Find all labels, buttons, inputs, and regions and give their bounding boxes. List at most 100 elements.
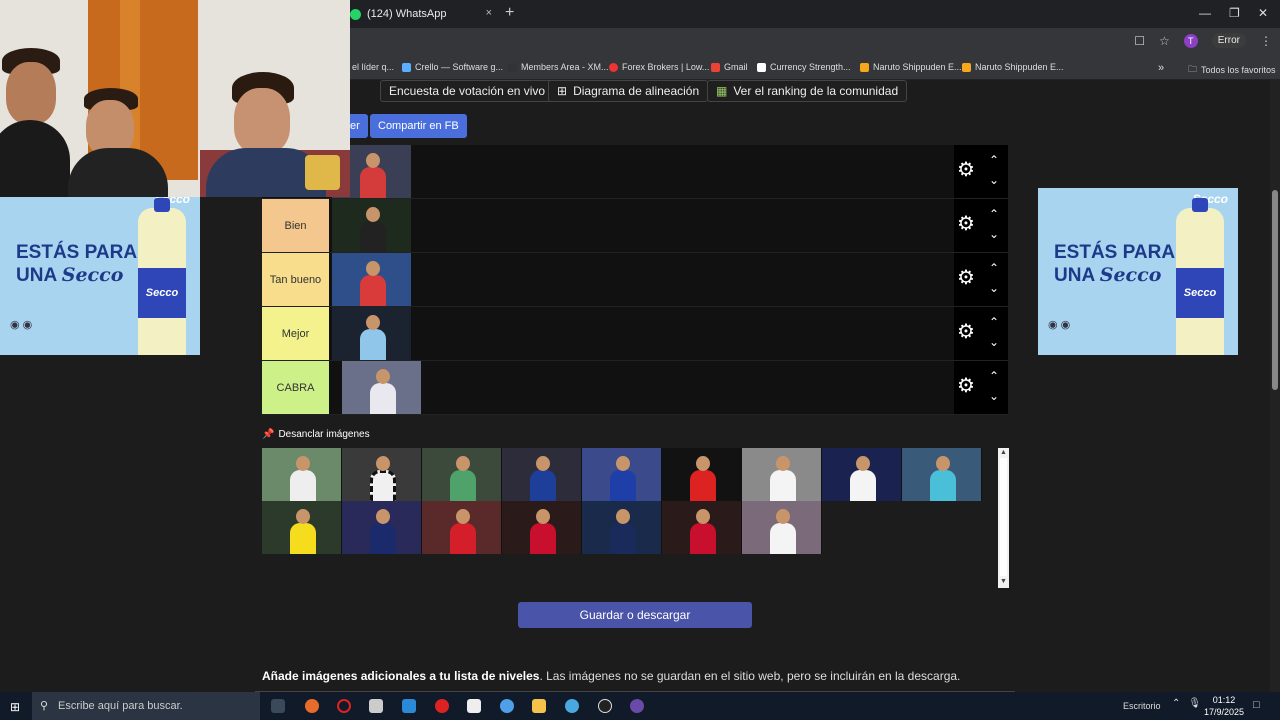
translate-icon[interactable]: ☐ <box>1134 34 1145 48</box>
scroll-up-icon[interactable]: ▲ <box>1000 449 1007 456</box>
minimize-icon[interactable]: — <box>1199 6 1211 20</box>
move-up-icon[interactable]: ⌃ <box>988 207 1000 221</box>
bookmark-item[interactable]: Naruto Shippuden E... <box>860 62 962 72</box>
new-tab-button[interactable]: + <box>505 4 514 22</box>
tier-row: ⚙ ⌃ ⌄ <box>262 145 1008 199</box>
unpin-images-toggle[interactable]: 📌 Desanclar imágenes <box>262 429 370 440</box>
bookmark-item[interactable]: Naruto Shippuden E... <box>962 62 1064 72</box>
player-card[interactable] <box>662 501 742 554</box>
ad-banner-right[interactable]: Secco ESTÁS PARA UNA Secco Secco ◉ ◉ <box>1038 188 1238 355</box>
player-card[interactable] <box>902 448 982 501</box>
app-icon[interactable] <box>598 699 612 713</box>
scroll-down-icon[interactable]: ▼ <box>1000 578 1007 585</box>
player-card[interactable] <box>582 448 662 501</box>
gear-icon[interactable]: ⚙ <box>957 376 977 396</box>
player-card[interactable] <box>422 448 502 501</box>
move-up-icon[interactable]: ⌃ <box>988 153 1000 167</box>
move-down-icon[interactable]: ⌄ <box>988 173 1000 187</box>
all-favorites-folder[interactable]: 🗀 Todos los favoritos <box>1188 62 1276 78</box>
file-explorer-icon[interactable] <box>532 699 546 713</box>
tier-items[interactable] <box>332 361 422 414</box>
page-scrollbar[interactable] <box>1270 80 1280 692</box>
player-card[interactable] <box>822 448 902 501</box>
player-card[interactable] <box>582 501 662 554</box>
player-card[interactable] <box>742 501 822 554</box>
chrome-icon[interactable] <box>500 699 514 713</box>
tier-label[interactable]: Mejor <box>262 307 329 360</box>
tier-items[interactable] <box>332 307 412 360</box>
player-card[interactable] <box>742 448 822 501</box>
app-icon[interactable] <box>369 699 383 713</box>
player-card[interactable] <box>342 448 422 501</box>
player-card[interactable] <box>342 501 422 554</box>
player-card[interactable] <box>332 199 412 252</box>
app-icon[interactable] <box>402 699 416 713</box>
tier-label[interactable]: Bien <box>262 199 329 252</box>
obs-icon[interactable] <box>630 699 644 713</box>
error-button[interactable]: Error <box>1211 33 1246 48</box>
app-icon[interactable] <box>565 699 579 713</box>
taskbar-clock[interactable]: 01:12 17/9/2025 <box>1204 694 1244 718</box>
info-text: Añade imágenes adicionales a tu lista de… <box>262 669 961 683</box>
bookmark-item[interactable]: Forex Brokers | Low... <box>609 62 709 72</box>
menu-kebab-icon[interactable]: ⋮ <box>1260 34 1272 48</box>
bookmark-item[interactable]: Members Area - XM... <box>508 62 609 72</box>
taskbar-search[interactable]: ⚲ Escribe aquí para buscar. <box>32 692 260 720</box>
bookmark-item[interactable]: Currency Strength... <box>757 62 851 72</box>
gear-icon[interactable]: ⚙ <box>957 214 977 234</box>
close-window-icon[interactable]: ✕ <box>1258 6 1268 20</box>
gear-icon[interactable]: ⚙ <box>957 322 977 342</box>
microphone-icon[interactable]: 🎙 <box>1188 698 1201 709</box>
move-down-icon[interactable]: ⌄ <box>988 335 1000 349</box>
lineup-diagram-button[interactable]: ⊞ Diagrama de alineación <box>548 80 709 102</box>
player-card[interactable] <box>422 501 502 554</box>
player-card[interactable] <box>262 448 342 501</box>
notification-icon[interactable]: □ <box>1253 699 1260 711</box>
desktop-label[interactable]: Escritorio <box>1123 701 1161 711</box>
opera-gx-icon[interactable] <box>435 699 449 713</box>
tier-label[interactable]: CABRA <box>262 361 329 414</box>
player-card[interactable] <box>502 501 582 554</box>
windows-start-icon[interactable]: ⊞ <box>10 700 20 714</box>
player-card[interactable] <box>342 361 422 414</box>
player-card[interactable] <box>502 448 582 501</box>
bookmark-item[interactable]: el líder q... <box>352 62 394 72</box>
tier-label[interactable]: Tan bueno <box>262 253 329 306</box>
bookmark-star-icon[interactable]: ☆ <box>1159 34 1170 48</box>
close-tab-icon[interactable]: × <box>486 7 492 19</box>
tier-items[interactable] <box>332 253 412 306</box>
move-up-icon[interactable]: ⌃ <box>988 261 1000 275</box>
player-card[interactable] <box>662 448 742 501</box>
player-card[interactable] <box>332 253 412 306</box>
move-down-icon[interactable]: ⌄ <box>988 227 1000 241</box>
bookmarks-more-button[interactable]: » <box>1158 62 1164 74</box>
player-card[interactable] <box>332 307 412 360</box>
live-poll-button[interactable]: Encuesta de votación en vivo <box>380 80 555 102</box>
tier-controls: ⚙ ⌃ ⌄ <box>954 253 1008 306</box>
player-card[interactable] <box>262 501 342 554</box>
pool-scrollbar[interactable]: ▲ ▼ <box>998 448 1009 588</box>
gear-icon[interactable]: ⚙ <box>957 268 977 288</box>
share-fb-button[interactable]: Compartir en FB <box>370 114 467 138</box>
store-icon[interactable] <box>467 699 481 713</box>
restore-icon[interactable]: ❐ <box>1229 6 1240 20</box>
bookmark-item[interactable]: Crello — Software g... <box>402 62 503 72</box>
opera-icon[interactable] <box>337 699 351 713</box>
save-download-button[interactable]: Guardar o descargar <box>518 602 752 628</box>
move-up-icon[interactable]: ⌃ <box>988 315 1000 329</box>
bookmark-item[interactable]: Gmail <box>711 62 748 72</box>
community-ranking-button[interactable]: ▦ Ver el ranking de la comunidad <box>707 80 908 102</box>
move-down-icon[interactable]: ⌄ <box>988 281 1000 295</box>
scroll-thumb[interactable] <box>1272 190 1278 390</box>
profile-avatar[interactable]: T <box>1183 33 1198 48</box>
chevron-up-icon[interactable]: ⌃ <box>1172 698 1180 709</box>
scroll-thumb[interactable] <box>1000 458 1007 576</box>
move-down-icon[interactable]: ⌄ <box>988 389 1000 403</box>
task-view-icon[interactable] <box>271 699 285 713</box>
ad-banner-left[interactable]: Secco ESTÁS PARA UNA Secco Secco ◉ ◉ <box>0 188 200 355</box>
tier-items[interactable] <box>332 199 412 252</box>
gear-icon[interactable]: ⚙ <box>957 160 977 180</box>
move-up-icon[interactable]: ⌃ <box>988 369 1000 383</box>
app-icon[interactable] <box>305 699 319 713</box>
browser-tab-whatsapp[interactable]: (124) WhatsApp × <box>340 0 500 28</box>
